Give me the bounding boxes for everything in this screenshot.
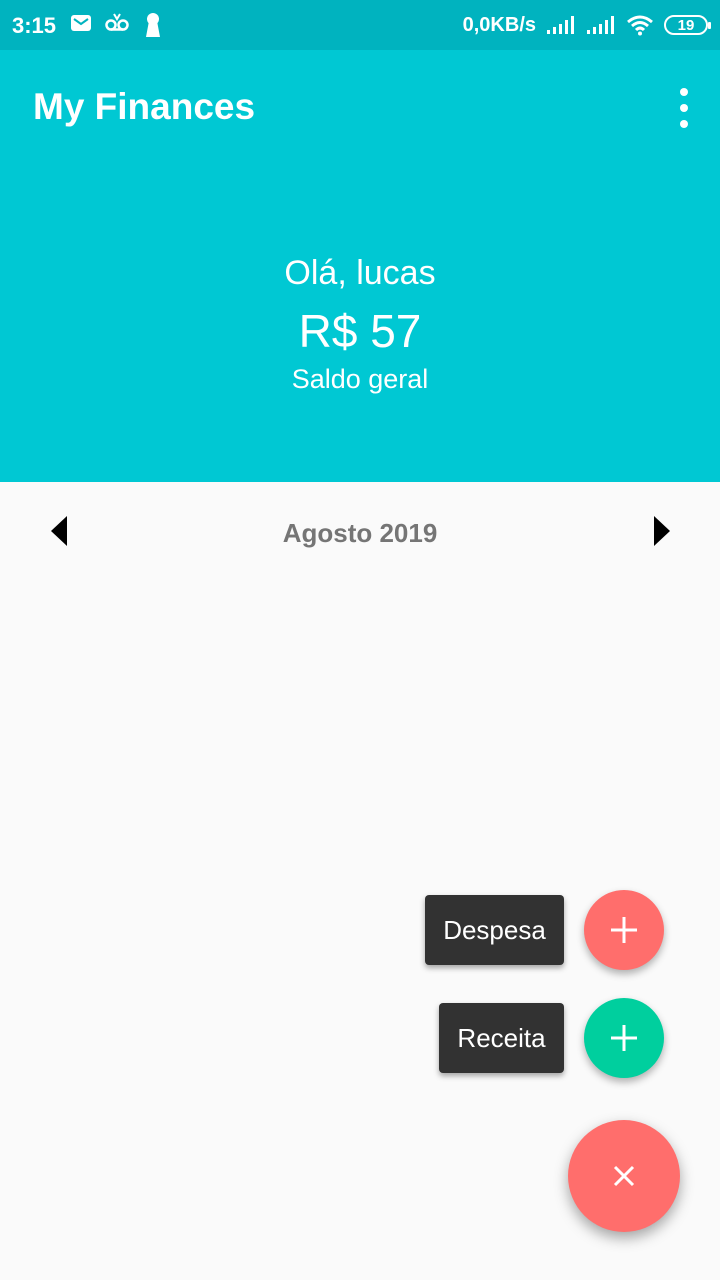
app-header: My Finances Olá, lucas R$ 57 Saldo geral xyxy=(0,50,720,482)
more-vert-dot xyxy=(680,120,688,128)
more-vert-dot xyxy=(680,104,688,112)
app-title: My Finances xyxy=(33,86,256,127)
plus-icon xyxy=(611,917,637,943)
status-right: 0,0KB/s 19 xyxy=(462,12,711,38)
overflow-menu-button[interactable] xyxy=(676,88,692,128)
battery-level: 19 xyxy=(677,16,695,34)
close-icon xyxy=(613,1165,635,1187)
signal-icon-sim2 xyxy=(587,16,614,34)
balance-amount: R$ 57 xyxy=(298,305,422,357)
status-time: 3:15 xyxy=(12,13,57,38)
balance-label: Saldo geral xyxy=(291,364,429,394)
voicemail-icon xyxy=(105,13,129,31)
add-income-button[interactable] xyxy=(584,998,664,1078)
status-bar: 3:15 0,0KB/s 19 xyxy=(0,0,720,50)
mail-icon xyxy=(71,15,91,31)
more-vert-icon xyxy=(680,88,688,96)
greeting: Olá, lucas xyxy=(284,254,436,292)
plus-icon xyxy=(611,1025,637,1051)
signal-icon-sim1 xyxy=(547,16,574,34)
battery-icon: 19 xyxy=(664,15,711,35)
expense-fab-label[interactable]: Despesa xyxy=(425,895,564,965)
month-navigation: Agosto 2019 xyxy=(0,482,720,582)
keyhole-icon xyxy=(146,13,160,37)
income-fab-label[interactable]: Receita xyxy=(439,1003,564,1073)
add-expense-button[interactable] xyxy=(584,890,664,970)
current-month: Agosto 2019 xyxy=(282,518,438,548)
wifi-icon xyxy=(627,15,653,36)
next-month-arrow-icon[interactable] xyxy=(654,516,670,546)
close-fab-menu-button[interactable] xyxy=(568,1120,680,1232)
network-speed: 0,0KB/s xyxy=(462,13,536,36)
